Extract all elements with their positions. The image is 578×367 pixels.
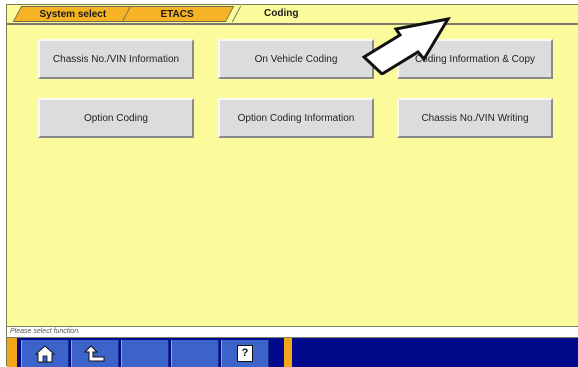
back-icon xyxy=(84,344,105,361)
toolbar-left-edge xyxy=(7,338,17,367)
toolbar-right-edge xyxy=(284,338,292,367)
toolbar-slot-4[interactable] xyxy=(171,340,219,367)
help-button[interactable]: ? xyxy=(221,340,269,367)
option-coding-information-button[interactable]: Option Coding Information xyxy=(218,98,374,138)
status-bar: Please select function. xyxy=(7,326,578,338)
toolbar-slot-3[interactable] xyxy=(121,340,169,367)
tab-system-select-label: System select xyxy=(39,9,106,20)
option-coding-button[interactable]: Option Coding xyxy=(38,98,194,138)
on-vehicle-coding-button[interactable]: On Vehicle Coding xyxy=(218,39,374,79)
chassis-vin-writing-button[interactable]: Chassis No./VIN Writing xyxy=(397,98,553,138)
home-icon xyxy=(35,344,55,362)
tab-etacs[interactable]: ETACS xyxy=(121,6,235,22)
coding-window: System select ETACS Coding Chassis No./V… xyxy=(6,4,578,367)
tab-coding-label: Coding xyxy=(264,8,299,19)
home-button[interactable] xyxy=(21,340,69,367)
bottom-toolbar: ? xyxy=(7,338,578,367)
tab-system-select[interactable]: System select xyxy=(12,6,134,22)
help-icon: ? xyxy=(237,345,253,362)
tab-coding[interactable]: Coding xyxy=(231,6,331,22)
back-button[interactable] xyxy=(71,340,119,367)
pointer-arrow-icon xyxy=(362,16,452,75)
chassis-vin-information-button[interactable]: Chassis No./VIN Information xyxy=(38,39,194,79)
breadcrumb-tabs: System select ETACS Coding xyxy=(7,5,578,25)
tab-etacs-label: ETACS xyxy=(160,9,195,20)
